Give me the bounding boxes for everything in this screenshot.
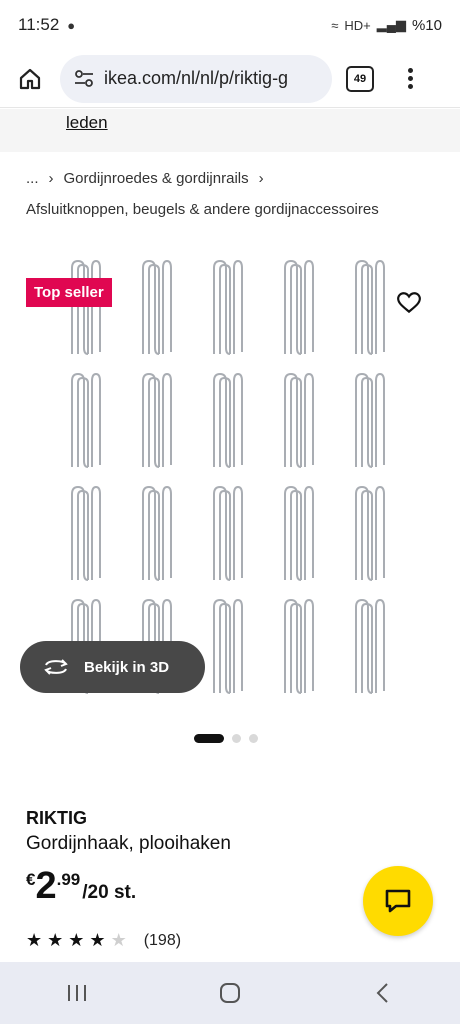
site-settings-icon[interactable] (74, 69, 94, 88)
price-integer: 2 (35, 865, 57, 907)
favourite-button[interactable] (396, 290, 422, 316)
tab-count: 49 (353, 72, 367, 85)
menu-dot-icon (408, 84, 413, 89)
product-description: Gordijnhaak, plooihaken (26, 833, 231, 854)
breadcrumb-item-accessories[interactable]: Afsluitknoppen, beugels & andere gordijn… (26, 201, 379, 218)
status-time: 11:52 (18, 15, 60, 34)
hook-image (279, 371, 315, 471)
browser-menu-button[interactable] (408, 68, 413, 89)
breadcrumb: ... › Gordijnroedes & gordijnrails › (26, 170, 264, 187)
view-3d-button[interactable]: Bekijk in 3D (20, 641, 205, 693)
hook-image (279, 258, 315, 358)
promo-banner: leden (0, 109, 460, 152)
home-circle-icon (219, 983, 240, 1003)
hook-image (350, 371, 386, 471)
tab-switcher-button[interactable]: 49 (346, 65, 374, 92)
recent-apps-button[interactable] (47, 973, 107, 1013)
signal-icon: ▂▄▆ (376, 17, 406, 32)
carousel-dot[interactable] (194, 734, 224, 743)
back-button[interactable] (353, 973, 413, 1013)
system-nav-bar (0, 962, 460, 1024)
product-price: € 2 .99 /20 st. (26, 866, 136, 906)
price-decimal: .99 (56, 870, 81, 889)
wifi-icon: ≈ (331, 17, 339, 33)
hook-image (350, 484, 386, 584)
carousel-dot[interactable] (249, 734, 258, 743)
recent-apps-icon (67, 985, 86, 1001)
product-gallery[interactable]: Top seller Bekijk in 3D (0, 250, 460, 720)
hook-image (66, 258, 102, 358)
hook-image (208, 597, 244, 697)
hook-image (137, 258, 173, 358)
hook-image (137, 484, 173, 584)
product-name: RIKTIG (26, 808, 87, 828)
chat-button[interactable] (363, 866, 433, 936)
hook-image (208, 371, 244, 471)
star-full-icon: ★ (68, 930, 85, 950)
carousel-dot[interactable] (232, 734, 241, 743)
price-unit: /20 st. (82, 882, 137, 903)
status-bar: 11:52 ● ≈ HD+ ▂▄▆ %10 (0, 0, 460, 50)
star-full-icon: ★ (89, 930, 106, 950)
home-icon (19, 68, 41, 89)
hook-image (66, 484, 102, 584)
browser-toolbar: ikea.com/nl/nl/p/riktig-g 49 (0, 50, 460, 108)
menu-dot-icon (408, 68, 413, 73)
review-count: (198) (143, 931, 182, 949)
chat-icon (385, 889, 411, 913)
notification-icon: ● (67, 17, 76, 33)
breadcrumb-ellipsis[interactable]: ... (26, 170, 39, 187)
battery-label: %10 (411, 16, 442, 34)
rotate-3d-icon (44, 659, 68, 675)
network-label: HD+ (344, 17, 371, 33)
url-text: ikea.com/nl/nl/p/riktig-g (104, 68, 289, 88)
star-full-icon: ★ (26, 930, 43, 950)
home-nav-button[interactable] (200, 973, 260, 1013)
hook-image (208, 484, 244, 584)
chevron-right-icon: › (258, 170, 264, 187)
carousel-indicator (194, 734, 258, 743)
hook-image (137, 371, 173, 471)
address-field[interactable]: ikea.com/nl/nl/p/riktig-g (60, 54, 332, 103)
chevron-right-icon: › (48, 170, 54, 187)
star-full-icon: ★ (47, 930, 64, 950)
hook-image (66, 371, 102, 471)
heart-icon (397, 292, 421, 314)
hook-image (279, 484, 315, 584)
menu-dot-icon (408, 76, 413, 81)
top-seller-badge: Top seller (26, 278, 112, 307)
hook-image (279, 597, 315, 697)
product-rating[interactable]: ★ ★ ★ ★ ★ (198) (26, 930, 181, 951)
banner-link[interactable]: leden (66, 113, 108, 133)
hook-image (208, 258, 244, 358)
star-half-icon: ★ (110, 930, 127, 950)
back-chevron-icon (376, 983, 389, 1003)
home-button[interactable] (12, 61, 48, 97)
hook-image (350, 597, 386, 697)
price-currency: € (26, 870, 36, 889)
view-3d-label: Bekijk in 3D (84, 658, 170, 676)
hook-image (350, 258, 386, 358)
breadcrumb-item-curtain-rails[interactable]: Gordijnroedes & gordijnrails (64, 170, 249, 187)
